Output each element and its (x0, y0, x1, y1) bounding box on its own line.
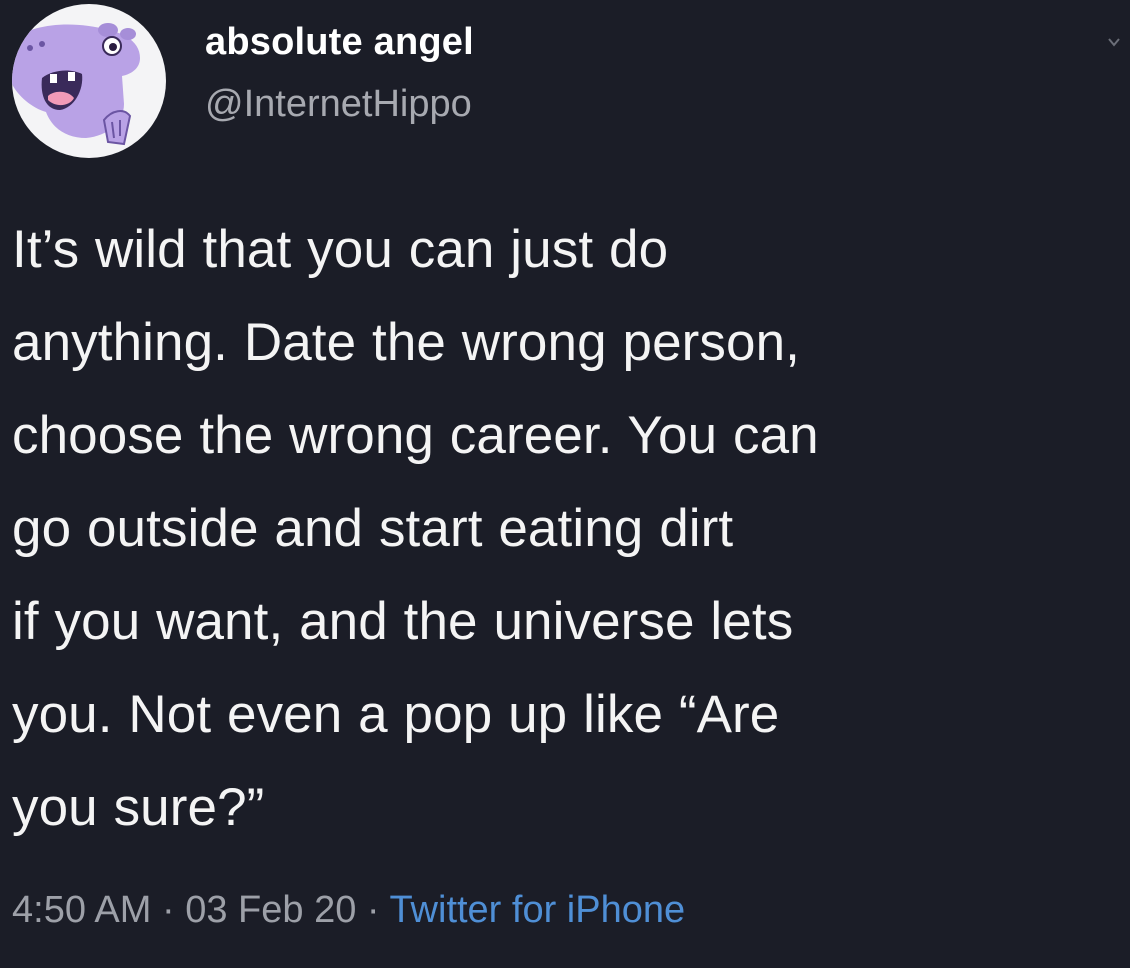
tweet-text-line: you sure?” (12, 778, 265, 837)
meta-separator: · (151, 889, 186, 931)
tweet-text-line: if you want, and the universe lets (12, 592, 794, 651)
tweet-meta: 4:50 AM · 03 Feb 20 · Twitter for iPhone (12, 884, 685, 936)
tweet-text-line: It’s wild that you can just do (12, 220, 669, 279)
tweet-text-line: go outside and start eating dirt (12, 499, 734, 558)
tweet-text-line: choose the wrong career. You can (12, 406, 819, 465)
tweet-card: absolute angel @InternetHippo It’s wild … (0, 0, 1130, 968)
tweet-text-line: you. Not even a pop up like “Are (12, 685, 780, 744)
meta-separator: · (356, 889, 390, 931)
tweet-time[interactable]: 4:50 AM (12, 889, 151, 931)
display-name[interactable]: absolute angel (205, 16, 474, 68)
user-names: absolute angel @InternetHippo (205, 16, 474, 130)
tweet-text: It’s wild that you can just do anything.… (12, 203, 1122, 854)
tweet-date[interactable]: 03 Feb 20 (185, 889, 356, 931)
tweet-header: absolute angel @InternetHippo (10, 4, 1130, 158)
tweet-text-line: anything. Date the wrong person, (12, 313, 800, 372)
chevron-down-icon[interactable] (1106, 34, 1122, 50)
user-handle[interactable]: @InternetHippo (205, 78, 474, 130)
hippo-avatar-icon[interactable] (12, 4, 166, 158)
tweet-source-link[interactable]: Twitter for iPhone (389, 889, 685, 931)
